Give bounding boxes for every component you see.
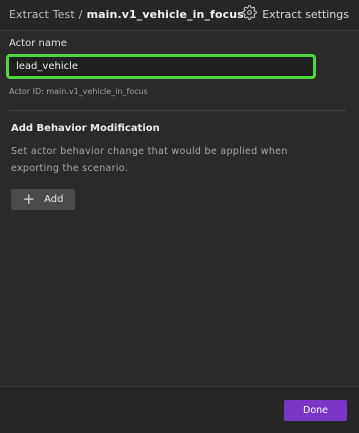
- section-divider: [9, 110, 346, 111]
- behavior-section-description: Set actor behavior change that would be …: [11, 146, 288, 174]
- breadcrumb: Extract Test / main.v1_vehicle_in_focus: [9, 8, 244, 21]
- gear-icon: [242, 5, 258, 24]
- add-behavior-button[interactable]: + Add: [11, 189, 75, 210]
- extract-settings-button[interactable]: Extract settings: [242, 5, 349, 24]
- actor-name-label: Actor name: [9, 38, 67, 49]
- breadcrumb-current: main.v1_vehicle_in_focus: [86, 8, 244, 21]
- header-bar: Extract Test / main.v1_vehicle_in_focus Ex…: [0, 0, 359, 31]
- footer-bar: Done: [0, 386, 359, 433]
- add-button-label: Add: [44, 194, 64, 205]
- done-button[interactable]: Done: [284, 400, 347, 421]
- breadcrumb-root[interactable]: Extract Test: [9, 8, 75, 21]
- actor-id-text: Actor ID: main.v1_vehicle_in_focus: [9, 87, 148, 96]
- breadcrumb-separator: /: [78, 8, 83, 21]
- behavior-section-title: Add Behavior Modification: [11, 123, 160, 134]
- actor-name-input[interactable]: [6, 54, 316, 79]
- plus-icon: +: [22, 190, 36, 208]
- extract-settings-label: Extract settings: [262, 8, 349, 21]
